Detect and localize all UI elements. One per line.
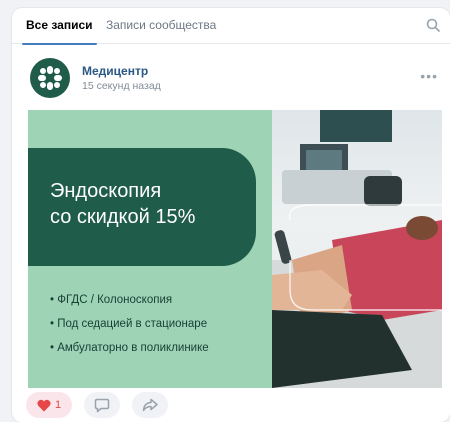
comment-button[interactable] — [84, 392, 120, 418]
like-button[interactable]: 1 — [26, 392, 72, 418]
promo-block: Эндоскопия со скидкой 15% — [28, 148, 256, 266]
promo-bullet: • Под седацией в стационаре — [50, 318, 208, 330]
promo-title-line2: со скидкой 15% — [50, 206, 196, 228]
promo-bullet: • ФГДС / Колоноскопия — [50, 294, 173, 306]
photo-illustration — [272, 110, 442, 388]
post-card: Все записи Записи сообщества Медицентр 1… — [12, 8, 450, 422]
promo-bullet: • Амбулаторно в поликлинике — [50, 342, 209, 354]
logo-icon — [38, 66, 62, 90]
post-time[interactable]: 15 секунд назад — [82, 80, 161, 92]
post-actions: 1 — [26, 392, 326, 418]
tabs-bar: Все записи Записи сообщества — [12, 8, 450, 45]
ultrasound-photo — [272, 110, 442, 388]
promo-bullets: • ФГДС / Колоноскопия • Под седацией в с… — [50, 288, 270, 360]
tab-community-posts[interactable]: Записи сообщества — [106, 8, 216, 44]
avatar[interactable] — [30, 58, 70, 98]
more-icon[interactable]: ••• — [420, 68, 438, 84]
like-count: 1 — [54, 399, 62, 411]
share-icon — [142, 398, 158, 412]
promo-title-line1: Эндоскопия — [50, 180, 162, 202]
post-author[interactable]: Медицентр — [82, 64, 148, 78]
promo-title: Эндоскопия со скидкой 15% — [50, 178, 250, 230]
search-icon[interactable] — [426, 18, 440, 32]
heart-icon — [37, 399, 51, 411]
post-image[interactable]: Эндоскопия со скидкой 15% • ФГДС / Колон… — [28, 110, 442, 388]
tab-all-posts[interactable]: Все записи — [22, 8, 97, 45]
share-button[interactable] — [132, 392, 168, 418]
comment-icon — [94, 398, 110, 412]
